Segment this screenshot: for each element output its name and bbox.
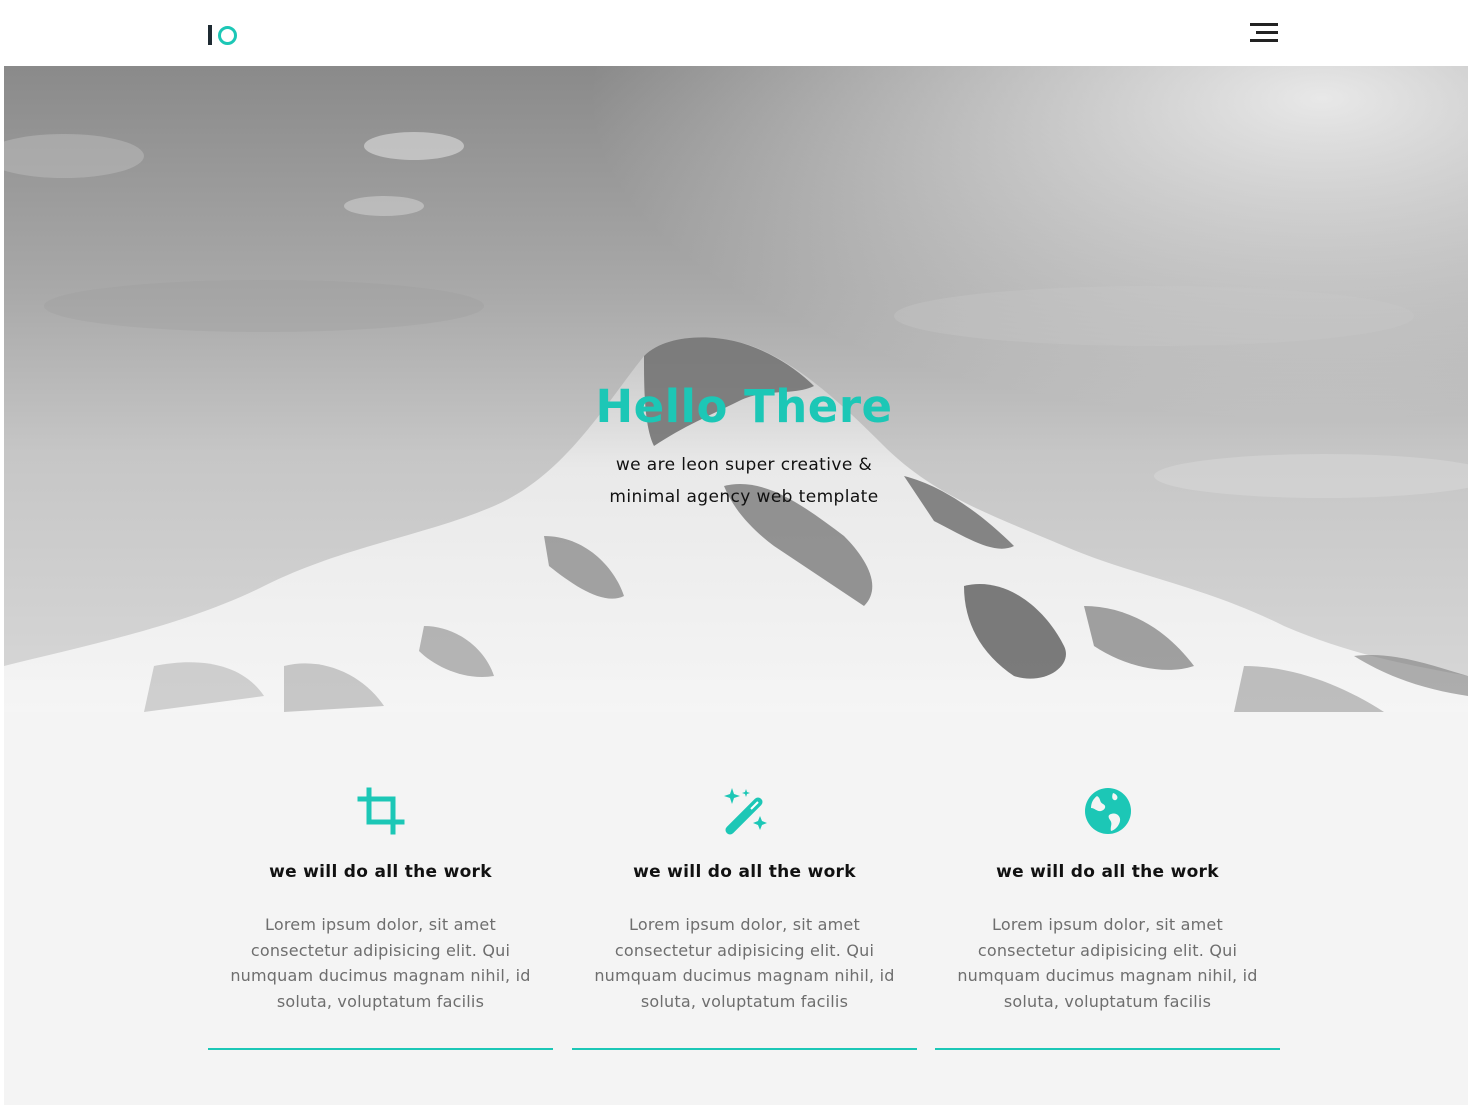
hero-subtitle-line-1: we are leon super creative & (615, 455, 873, 475)
feature-title: we will do all the work (633, 862, 856, 882)
feature-description: Lorem ipsum dolor, sit amet consectetur … (230, 915, 531, 1011)
feature-title: we will do all the work (269, 862, 492, 882)
hero-subtitle-line-2: minimal agency web template (609, 487, 879, 507)
globe-icon (1085, 788, 1131, 834)
menu-line (1250, 39, 1278, 42)
hamburger-menu-icon[interactable] (1250, 23, 1280, 45)
features-section: we will do all the work Lorem ipsum dolo… (4, 712, 1468, 1105)
logo-ring-mark (218, 25, 237, 45)
hero-section: Hello There we are leon super creative &… (4, 66, 1468, 712)
menu-line (1250, 23, 1278, 26)
crop-icon (357, 787, 405, 835)
logo[interactable] (208, 22, 237, 48)
feature-underline (208, 1048, 553, 1050)
logo-bar-mark (208, 25, 212, 45)
feature-card: we will do all the work Lorem ipsum dolo… (572, 712, 917, 1052)
feature-card: we will do all the work Lorem ipsum dolo… (935, 712, 1280, 1052)
feature-title: we will do all the work (996, 862, 1219, 882)
feature-description: Lorem ipsum dolor, sit amet consectetur … (594, 915, 895, 1011)
magic-wand-icon (724, 788, 767, 835)
hero-title: Hello There (595, 380, 893, 433)
feature-description: Lorem ipsum dolor, sit amet consectetur … (957, 915, 1258, 1011)
feature-underline (572, 1048, 917, 1050)
feature-card: we will do all the work Lorem ipsum dolo… (208, 712, 553, 1052)
site-header (0, 0, 1468, 66)
menu-line (1256, 31, 1278, 34)
feature-underline (935, 1048, 1280, 1050)
page: Hello There we are leon super creative &… (0, 0, 1468, 1105)
